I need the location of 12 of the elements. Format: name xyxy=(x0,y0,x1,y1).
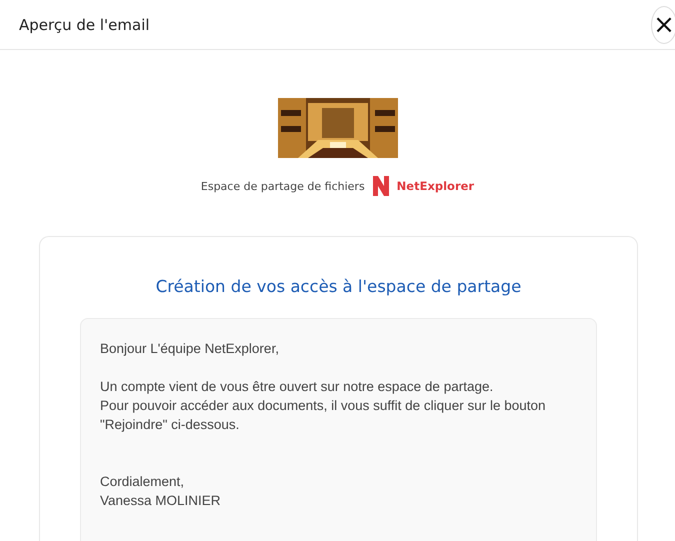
message-line: "Rejoindre" ci-dessous. xyxy=(100,416,240,434)
brand-name: NetExplorer xyxy=(396,179,474,193)
dialog-title: Aperçu de l'email xyxy=(19,16,150,34)
message-line: Bonjour L'équipe NetExplorer, xyxy=(100,340,280,358)
message-line: Vanessa MOLINIER xyxy=(100,492,222,510)
logo-icon xyxy=(372,176,389,196)
message-line: Pour pouvoir accéder aux documents, il vous suffit de cliquer sur le bouton xyxy=(100,397,546,415)
close-button[interactable]: × xyxy=(651,6,675,44)
message-line: Un compte vient de vous être ouvert sur notre espace de partage. xyxy=(100,378,494,396)
message-line: Cordialement, xyxy=(100,473,186,491)
email-heading: Création de vos accès à l'espace de partage xyxy=(154,277,522,296)
tagline: Espace de partage de fichiers xyxy=(200,180,365,192)
